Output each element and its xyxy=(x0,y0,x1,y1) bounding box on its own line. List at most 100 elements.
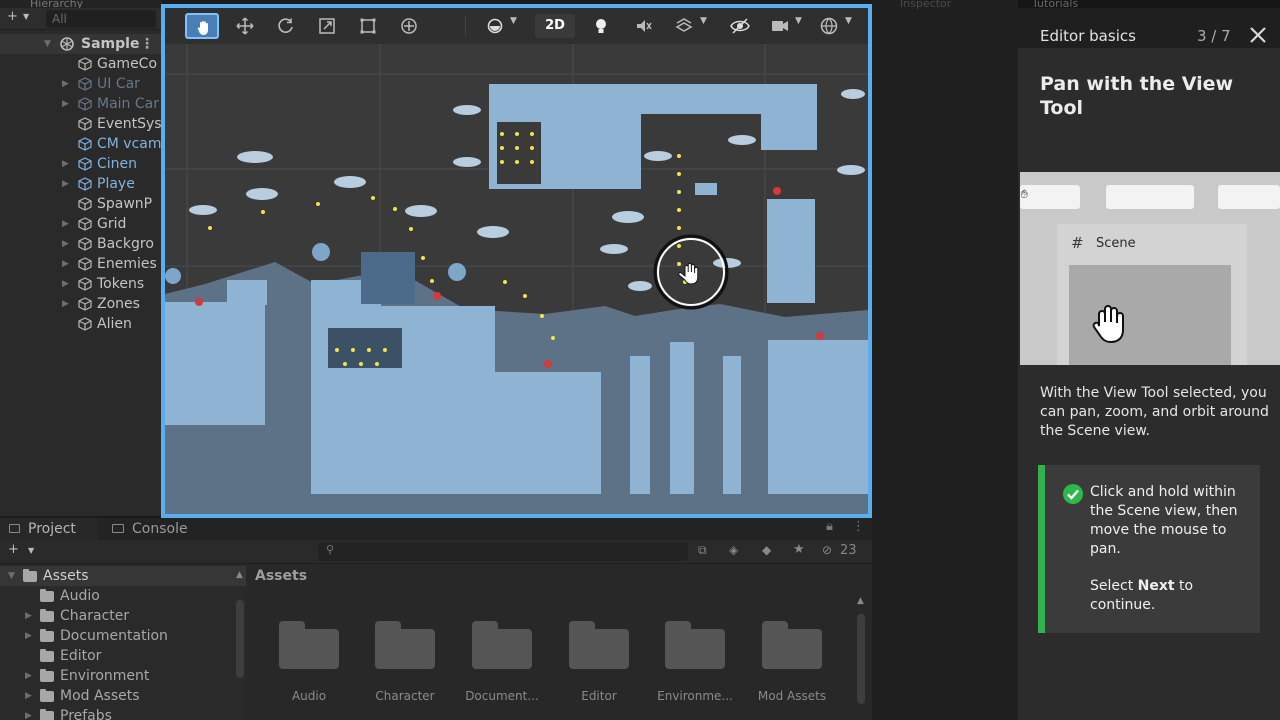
inspector-tab[interactable]: Inspector xyxy=(900,0,951,9)
add-icon[interactable]: + xyxy=(8,542,19,557)
asset-folder[interactable] xyxy=(375,621,435,669)
expand-arrow-icon[interactable]: ▼ xyxy=(8,566,15,586)
expand-arrow-icon[interactable]: ▶ xyxy=(62,154,69,174)
scene-visibility-icon[interactable] xyxy=(730,17,750,35)
rotate-tool-button[interactable] xyxy=(269,13,303,39)
chevron-down-icon[interactable]: ▼ xyxy=(795,16,802,26)
add-icon[interactable]: + xyxy=(7,9,18,24)
scroll-up-icon[interactable]: ▲ xyxy=(857,596,864,606)
tab-project[interactable]: Project xyxy=(0,518,98,540)
tree-item[interactable]: Audio xyxy=(0,586,246,606)
lighting-icon[interactable] xyxy=(593,17,609,35)
gizmos-icon[interactable] xyxy=(820,17,838,35)
folder-icon xyxy=(23,569,37,582)
chevron-down-icon[interactable]: ▼ xyxy=(700,16,707,26)
hierarchy-item[interactable]: Alien xyxy=(0,314,162,334)
effects-icon[interactable] xyxy=(675,17,693,35)
tutorials-tab[interactable]: Tutorials xyxy=(1018,0,1280,8)
hierarchy-item[interactable]: ▶ Tokens xyxy=(0,274,162,294)
tree-item[interactable]: Editor xyxy=(0,646,246,666)
expand-arrow-icon[interactable]: ▼ xyxy=(44,34,51,54)
camera-icon[interactable] xyxy=(771,18,789,34)
favorite-star-icon[interactable]: ★ xyxy=(793,542,805,557)
expand-arrow-icon[interactable]: ▶ xyxy=(62,254,69,274)
label-icon[interactable]: ◆ xyxy=(762,543,771,557)
filter-scene-icon[interactable]: ◈ xyxy=(729,543,738,557)
expand-arrow-icon[interactable]: ▶ xyxy=(25,706,32,720)
console-icon xyxy=(112,524,124,533)
expand-arrow-icon[interactable]: ▶ xyxy=(62,294,69,314)
filter-type-icon[interactable]: ⧉ xyxy=(698,543,707,558)
scene-row[interactable]: ▼ Sample ⋮ xyxy=(0,34,162,54)
scroll-up-icon[interactable]: ▲ xyxy=(236,570,243,580)
tutorial-step-counter: 3 / 7 xyxy=(1197,27,1231,45)
expand-arrow-icon[interactable]: ▶ xyxy=(25,606,32,626)
asset-folder[interactable] xyxy=(665,621,725,669)
scale-tool-button[interactable] xyxy=(310,13,344,39)
tree-item[interactable]: ▶ Character xyxy=(0,606,246,626)
expand-arrow-icon[interactable]: ▶ xyxy=(25,626,32,646)
expand-arrow-icon[interactable]: ▶ xyxy=(62,174,69,194)
assets-breadcrumb[interactable]: Assets xyxy=(255,568,307,584)
expand-arrow-icon[interactable]: ▶ xyxy=(25,686,32,706)
hierarchy-item[interactable]: ▶ Enemies xyxy=(0,254,162,274)
project-search-input[interactable]: ⚲ xyxy=(318,542,688,561)
expand-arrow-icon[interactable]: ▶ xyxy=(62,74,69,94)
hand-cursor-icon xyxy=(1092,305,1124,344)
transform-tool-button[interactable] xyxy=(392,13,426,39)
gameobject-cube-icon xyxy=(78,157,92,171)
chevron-down-icon[interactable]: ▼ xyxy=(28,546,34,555)
move-tool-button[interactable] xyxy=(228,13,262,39)
hierarchy-item[interactable]: ▶ Zones xyxy=(0,294,162,314)
hierarchy-item[interactable]: EventSys xyxy=(0,114,162,134)
hierarchy-item[interactable]: GameCo xyxy=(0,54,162,74)
hand-tool-button[interactable] xyxy=(185,13,219,39)
tree-item[interactable]: ▶ Prefabs xyxy=(0,706,246,720)
tree-item-assets[interactable]: ▼ Assets xyxy=(0,566,246,586)
2d-mode-button[interactable]: 2D xyxy=(535,14,575,38)
hierarchy-item[interactable]: ▶ UI Car xyxy=(0,74,162,94)
hierarchy-item[interactable]: ▶ Cinen xyxy=(0,154,162,174)
hierarchy-search-input[interactable]: All xyxy=(46,10,156,28)
asset-folder[interactable] xyxy=(472,621,532,669)
expand-arrow-icon[interactable]: ▶ xyxy=(62,234,69,254)
close-icon[interactable] xyxy=(1246,23,1270,47)
hierarchy-tab[interactable]: Hierarchy xyxy=(0,0,162,8)
hierarchy-item[interactable]: SpawnP xyxy=(0,194,162,214)
hierarchy-item[interactable]: ▶ Grid xyxy=(0,214,162,234)
expand-arrow-icon[interactable]: ▶ xyxy=(62,214,69,234)
tree-item-label: Editor xyxy=(60,648,102,664)
tree-item[interactable]: ▶ Environment xyxy=(0,666,246,686)
tree-scrollbar[interactable] xyxy=(236,600,244,678)
tab-console[interactable]: Console xyxy=(104,518,214,540)
hierarchy-item[interactable]: ▶ Backgro xyxy=(0,234,162,254)
scene-view[interactable]: ▼ 2D ▼ ▼ ▼ xyxy=(161,4,872,518)
asset-folder[interactable] xyxy=(762,621,822,669)
chevron-down-icon[interactable]: ▼ xyxy=(23,12,29,21)
draw-mode-icon[interactable] xyxy=(487,18,505,36)
chevron-down-icon[interactable]: ▼ xyxy=(845,16,852,26)
hierarchy-item[interactable]: CM vcam xyxy=(0,134,162,154)
more-options-icon[interactable]: ⋮ xyxy=(852,519,865,534)
tree-item[interactable]: ▶ Documentation xyxy=(0,626,246,646)
audio-mute-icon[interactable] xyxy=(635,17,653,35)
hidden-packages-icon[interactable]: ⊘ xyxy=(822,543,832,557)
expand-arrow-icon[interactable]: ▶ xyxy=(62,94,69,114)
illustration-tab xyxy=(1020,185,1080,209)
tree-item[interactable]: ▶ Mod Assets xyxy=(0,686,246,706)
chevron-down-icon[interactable]: ▼ xyxy=(510,16,517,26)
hierarchy-item-label: EventSys xyxy=(97,116,162,132)
asset-scrollbar[interactable] xyxy=(857,614,865,704)
lock-icon[interactable]: 🔒︎ xyxy=(826,519,833,534)
hierarchy-item[interactable]: ▶ Main Car xyxy=(0,94,162,114)
asset-folder[interactable] xyxy=(569,621,629,669)
scene-canvas[interactable] xyxy=(165,44,868,514)
expand-arrow-icon[interactable]: ▶ xyxy=(25,666,32,686)
gameobject-cube-icon xyxy=(78,297,92,311)
asset-folder[interactable] xyxy=(279,621,339,669)
expand-arrow-icon[interactable]: ▶ xyxy=(62,274,69,294)
more-options-icon[interactable]: ⋮ xyxy=(140,34,154,54)
hierarchy-item[interactable]: ▶ Playe xyxy=(0,174,162,194)
lower-coin-alcove xyxy=(328,328,402,368)
rect-tool-button[interactable] xyxy=(351,13,385,39)
